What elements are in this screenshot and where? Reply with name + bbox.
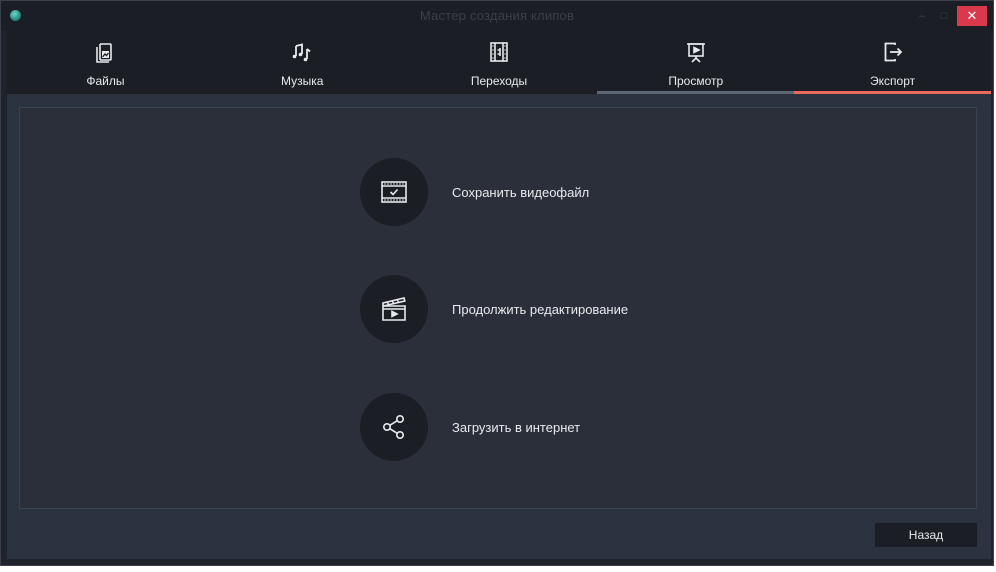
share-icon bbox=[383, 414, 404, 439]
tab-music-label: Музыка bbox=[280, 74, 324, 88]
clapperboard-icon bbox=[382, 297, 406, 321]
music-notes-icon bbox=[292, 43, 311, 62]
continue-editing-label: Продолжить редактирование bbox=[452, 301, 629, 317]
upload-internet-label: Загрузить в интернет bbox=[452, 419, 581, 435]
transition-icon bbox=[490, 42, 508, 62]
continue-editing-option[interactable]: Продолжить редактирование bbox=[360, 275, 628, 343]
tab-music[interactable]: Музыка bbox=[204, 31, 401, 94]
main-content: Сохранить видеофайл Продолжить редактиро… bbox=[7, 95, 991, 559]
tab-files-label: Файлы bbox=[86, 74, 125, 88]
app-window: Мастер создания клипов – □ ✕ Файлы Музык… bbox=[0, 0, 994, 566]
save-video-label: Сохранить видеофайл bbox=[452, 184, 590, 200]
image-file-icon bbox=[96, 43, 113, 63]
upload-internet-option[interactable]: Загрузить в интернет bbox=[360, 393, 580, 461]
title-bar[interactable]: Мастер создания клипов – □ ✕ bbox=[1, 1, 993, 31]
tab-preview-label: Просмотр bbox=[668, 74, 724, 88]
maximize-button[interactable]: □ bbox=[933, 6, 955, 26]
presentation-play-icon bbox=[686, 43, 705, 63]
continue-editing-icon-circle bbox=[360, 275, 428, 343]
maximize-icon: □ bbox=[940, 10, 948, 22]
wizard-tabs: Файлы Музыка Переходы Просмотр Экспорт bbox=[7, 31, 991, 94]
upload-internet-icon-circle bbox=[360, 393, 428, 461]
save-video-option[interactable]: Сохранить видеофайл bbox=[360, 158, 589, 226]
window-controls: – □ ✕ bbox=[911, 5, 987, 27]
tab-transitions-label: Переходы bbox=[470, 74, 528, 88]
filmstrip-check-icon bbox=[381, 181, 407, 203]
close-button[interactable]: ✕ bbox=[957, 6, 987, 26]
minimize-icon: – bbox=[918, 10, 926, 22]
tab-preview[interactable]: Просмотр bbox=[597, 31, 795, 94]
close-icon: ✕ bbox=[966, 8, 978, 23]
tab-transitions[interactable]: Переходы bbox=[401, 31, 598, 94]
window-title: Мастер создания клипов bbox=[419, 8, 575, 23]
tab-files[interactable]: Файлы bbox=[7, 31, 204, 94]
export-arrow-icon bbox=[884, 42, 902, 62]
save-video-icon-circle bbox=[360, 158, 428, 226]
tab-export[interactable]: Экспорт bbox=[794, 31, 991, 94]
export-options-panel: Сохранить видеофайл Продолжить редактиро… bbox=[19, 107, 977, 509]
back-button[interactable]: Назад bbox=[875, 523, 977, 547]
tab-export-label: Экспорт bbox=[870, 74, 916, 88]
minimize-button[interactable]: – bbox=[911, 6, 933, 26]
